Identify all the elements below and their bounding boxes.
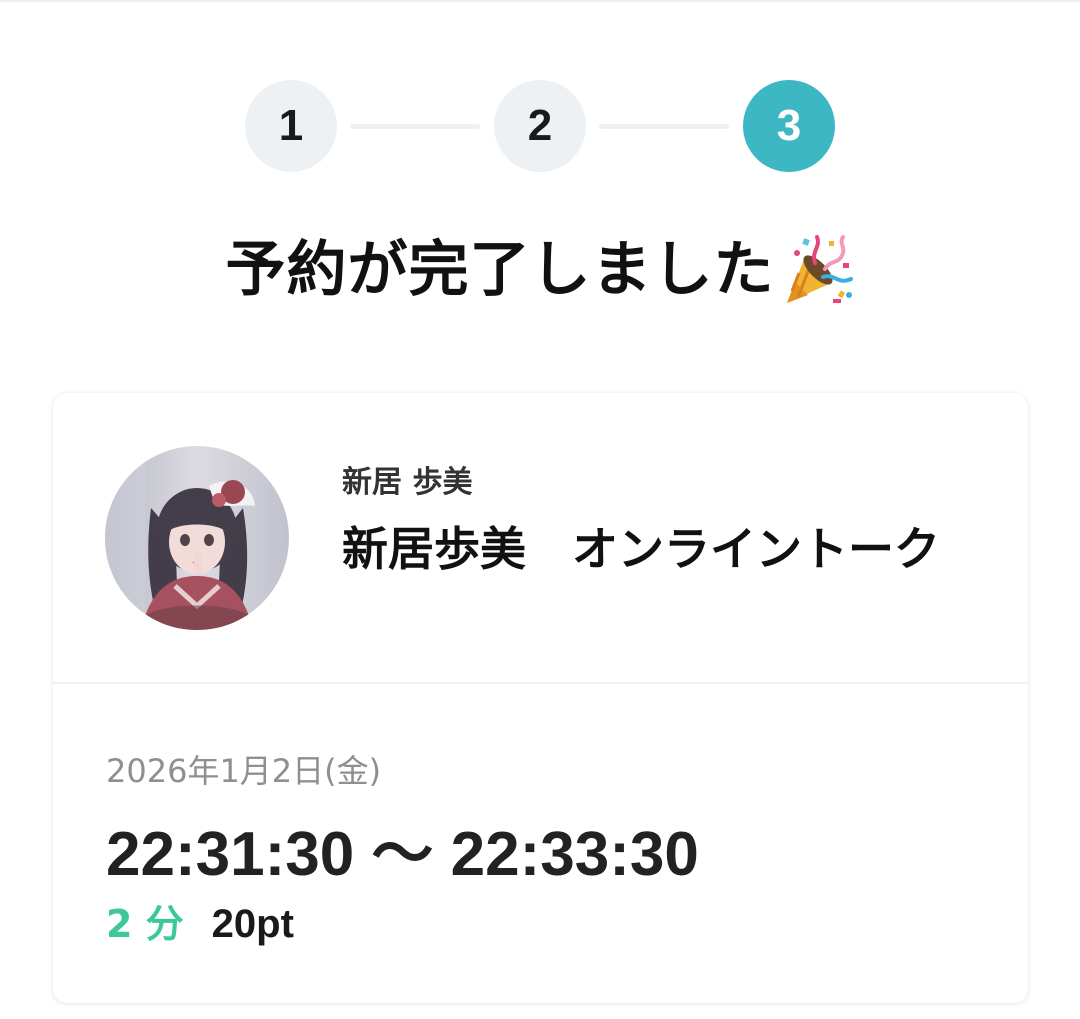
step-connector — [599, 124, 729, 129]
card-divider — [53, 682, 1028, 684]
step-connector — [350, 124, 480, 129]
avatar — [105, 446, 289, 630]
party-popper-icon — [781, 233, 855, 307]
booking-meta: 2 分 20pt — [106, 893, 294, 948]
progress-stepper: 1 2 3 — [0, 80, 1080, 172]
booking-time-range: 22:31:30 〜 22:33:30 — [106, 820, 699, 889]
duration-label: 2 分 — [106, 902, 184, 946]
price-points: 20pt — [211, 902, 294, 946]
event-title: 新居歩美 オンライントーク — [342, 522, 940, 576]
booking-card: 新居 歩美 新居歩美 オンライントーク 2026年1月2日(金) 22:31:3… — [53, 393, 1028, 1003]
performer-name: 新居 歩美 — [342, 465, 473, 500]
completion-heading: 予約が完了しました — [0, 230, 1080, 310]
step-3-current: 3 — [743, 80, 835, 172]
step-2: 2 — [494, 80, 586, 172]
step-1: 1 — [245, 80, 337, 172]
booking-date: 2026年1月2日(金) — [106, 752, 382, 790]
booking-summary: 新居 歩美 新居歩美 オンライントーク — [53, 393, 1028, 683]
page-title: 予約が完了しました — [225, 235, 775, 305]
top-divider — [0, 0, 1080, 2]
